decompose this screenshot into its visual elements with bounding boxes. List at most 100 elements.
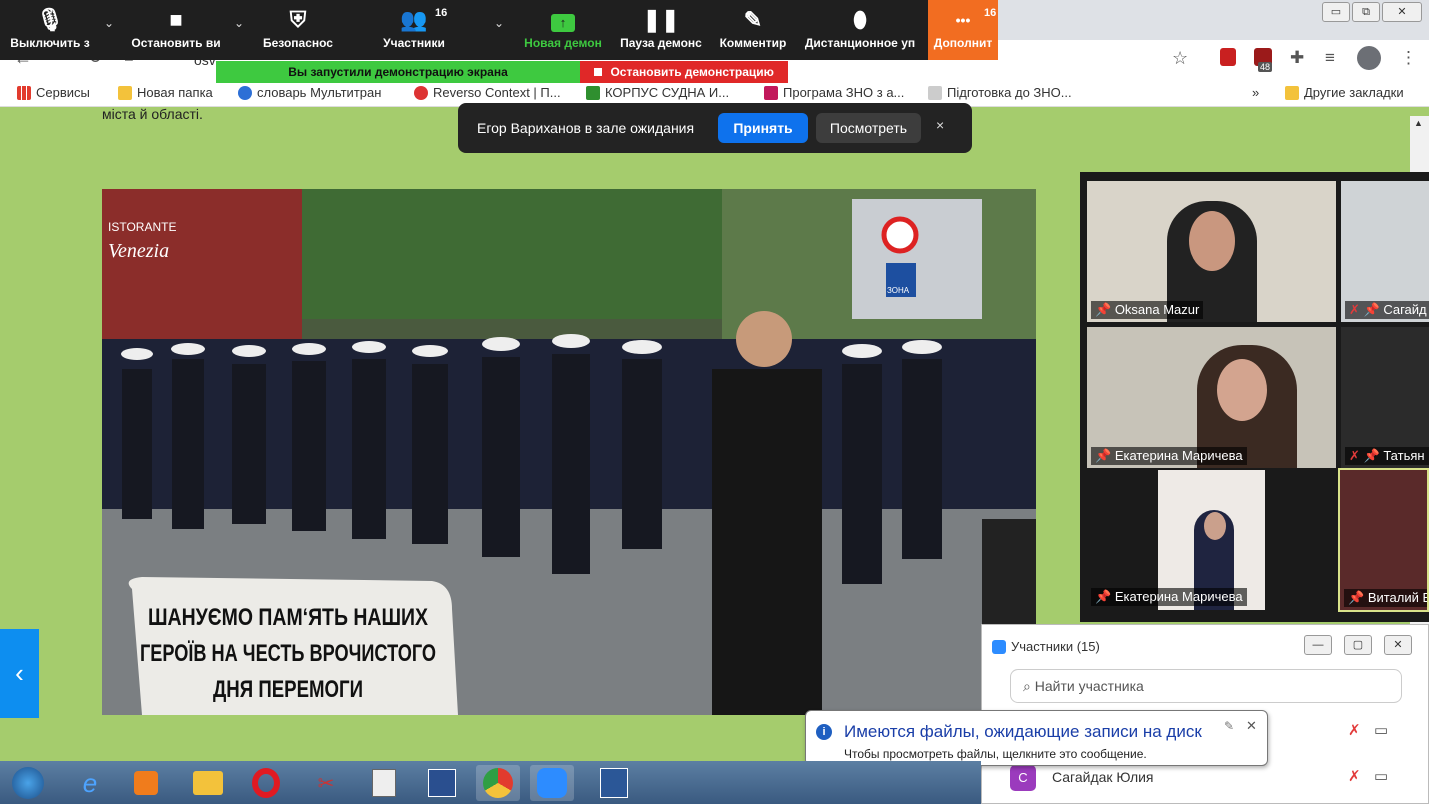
sign-restaurant: ISTORANTE <box>108 220 176 234</box>
menu-icon[interactable]: ⋮ <box>1400 48 1417 68</box>
video-gallery: 📌 Oksana Mazur ✗ 📌 Сагайд 📌 Екатерина Ма… <box>1080 172 1429 622</box>
info-icon: i <box>816 724 832 740</box>
profile-avatar[interactable] <box>1357 46 1381 70</box>
video-camera-icon: ■ <box>169 7 183 32</box>
chrome-icon[interactable] <box>476 765 520 801</box>
explorer-folder-icon[interactable] <box>186 765 230 801</box>
apps-grid-icon <box>17 85 31 100</box>
internet-explorer-icon[interactable]: e <box>68 765 112 801</box>
folder-icon <box>1285 85 1299 100</box>
chevron-down-icon[interactable]: ⌄ <box>234 16 244 30</box>
avatar: С <box>1010 765 1036 791</box>
star-icon[interactable]: ☆ <box>1172 48 1188 69</box>
tree-icon <box>586 85 600 100</box>
extension-icon[interactable] <box>1220 48 1236 66</box>
bookmark-ship-hull[interactable]: КОРПУС СУДНА И... <box>586 85 729 100</box>
bookmark-new-folder[interactable]: Новая папка <box>118 85 213 100</box>
chevron-down-icon[interactable]: ⌄ <box>494 16 504 30</box>
media-control-icon[interactable]: ≡ <box>1325 48 1335 68</box>
minimize-window-button[interactable]: ▭ <box>1322 2 1350 22</box>
scissors-icon[interactable]: ✂ <box>304 765 348 801</box>
pause-share-button[interactable]: ❚❚ Пауза демонс <box>614 0 708 60</box>
microphone-icon: 🎙 <box>36 7 64 32</box>
tile-name: ✗ 📌 Татьян <box>1345 447 1429 465</box>
bookmarks-overflow[interactable]: » <box>1252 85 1259 100</box>
waiting-message: Егор Вариханов в зале ожидания <box>477 120 695 136</box>
tile-name: 📌 Oksana Mazur <box>1091 301 1204 319</box>
muted-mic-icon[interactable]: ✗ <box>1348 767 1361 785</box>
panel-minimize-button[interactable]: — <box>1304 635 1332 655</box>
chevron-down-icon[interactable]: ⌄ <box>104 16 114 30</box>
opera-icon[interactable] <box>244 765 288 801</box>
start-button[interactable] <box>6 765 50 801</box>
tile-name: 📌 Екатерина Маричева <box>1091 588 1247 606</box>
partial-page-text: міста й області. <box>102 106 203 122</box>
calculator-icon[interactable] <box>362 765 406 801</box>
mute-button[interactable]: 🎙 Выключить з <box>0 0 100 60</box>
page-icon <box>928 85 942 100</box>
panel-close-button[interactable]: ✕ <box>1384 635 1412 655</box>
zoom-camera-icon <box>992 639 1006 654</box>
admit-button[interactable]: Принять <box>718 113 808 143</box>
new-share-button[interactable]: ↑ Новая демон <box>518 0 608 60</box>
participants-title: Участники (15) <box>992 639 1100 654</box>
more-count: 16 <box>984 7 997 19</box>
video-off-icon[interactable]: ▭ <box>1374 721 1388 739</box>
other-bookmarks[interactable]: Другие закладки <box>1285 85 1404 100</box>
multitran-icon <box>238 85 252 100</box>
parade-scene: ISTORANTE Venezia ЗОНА ШАНУЄМО ПАМ‘ЯТЬ Н… <box>102 189 1036 715</box>
reverso-icon <box>414 85 428 100</box>
parade-video[interactable]: ISTORANTE Venezia ЗОНА ШАНУЄМО ПАМ‘ЯТЬ Н… <box>102 189 1036 715</box>
scroll-up-icon[interactable]: ▲ <box>1414 118 1423 128</box>
video-off-icon[interactable]: ▭ <box>1374 767 1388 785</box>
caption-line2: ГЕРОЇВ НА ЧЕСТЬ ВРОЧИСТОГО <box>140 640 436 667</box>
stop-video-button[interactable]: ■ Остановить ви <box>126 0 226 60</box>
mouse-icon: ⬮ <box>853 7 867 32</box>
participant-row[interactable]: С Сагайдак Юлия ✗ ▭ <box>1010 763 1410 793</box>
video-tile[interactable]: ✗ 📌 Татьян <box>1341 327 1429 468</box>
waiting-room-notice: Егор Вариханов в зале ожидания Принять П… <box>458 103 972 153</box>
zoom-app-icon[interactable] <box>530 765 574 801</box>
security-button[interactable]: ⛨ Безопаснос <box>256 0 340 60</box>
bookmark-zno-program[interactable]: Програма ЗНО з а... <box>764 85 904 100</box>
view-waiting-button[interactable]: Посмотреть <box>816 113 921 143</box>
disk-write-notification[interactable]: i Имеются файлы, ожидающие записи на дис… <box>805 710 1268 766</box>
extension-badge: 48 <box>1258 62 1273 72</box>
close-window-button[interactable]: ✕ <box>1382 2 1422 22</box>
close-icon[interactable]: × <box>936 117 944 133</box>
notification-title: Имеются файлы, ожидающие записи на диск <box>844 722 1202 741</box>
word-icon[interactable] <box>592 765 636 801</box>
sign-venezia: Venezia <box>108 240 169 262</box>
maximize-window-button[interactable]: ⧉ <box>1352 2 1380 22</box>
previous-slide-button[interactable]: ‹ <box>0 629 39 718</box>
remote-control-button[interactable]: ⬮ Дистанционное уп <box>798 0 922 60</box>
participant-name: Сагайдак Юлия <box>1052 769 1154 785</box>
bookmark-zno-prep[interactable]: Підготовка до ЗНО... <box>928 85 1072 100</box>
tile-name: ✗ 📌 Сагайд <box>1345 301 1429 319</box>
more-button[interactable]: ••• Дополнит 16 <box>928 0 998 60</box>
stop-share-button[interactable]: Остановить демонстрацию <box>580 61 788 83</box>
video-tile[interactable]: 📌 Oksana Mazur <box>1087 181 1336 322</box>
shield-icon: ⛨ <box>289 7 307 32</box>
puzzle-icon[interactable]: ✚ <box>1290 48 1304 68</box>
annotate-button[interactable]: ✎ Комментир <box>713 0 793 60</box>
video-tile[interactable]: 📌 Екатерина Маричева <box>1087 327 1336 468</box>
pause-icon: ❚❚ <box>642 7 680 32</box>
participant-search-input[interactable]: ⌕ Найти участника <box>1010 669 1402 703</box>
sign-zone: ЗОНА <box>887 286 910 295</box>
media-player-icon[interactable] <box>124 765 168 801</box>
search-icon: ⌕ <box>1023 678 1031 694</box>
close-icon[interactable]: ✕ <box>1246 718 1257 734</box>
bookmark-services[interactable]: Сервисы <box>17 85 90 100</box>
wrench-icon[interactable]: ✎ <box>1224 719 1234 733</box>
zoom-meeting-toolbar: 🎙 Выключить з ⌄ ■ Остановить ви ⌄ ⛨ Безо… <box>0 0 928 60</box>
bookmark-reverso[interactable]: Reverso Context | П... <box>414 85 561 100</box>
video-tile-active-speaker[interactable]: 📌 Виталий Б <box>1338 468 1429 612</box>
muted-mic-icon[interactable]: ✗ <box>1348 721 1361 739</box>
windows-taskbar: e ✂ <box>0 761 981 804</box>
control-panel-icon[interactable] <box>420 765 464 801</box>
bookmark-multitran[interactable]: словарь Мультитран <box>238 85 381 100</box>
video-tile[interactable]: ✗ 📌 Сагайд <box>1341 181 1429 322</box>
panel-maximize-button[interactable]: ▢ <box>1344 635 1372 655</box>
book-stack-icon <box>764 85 778 100</box>
